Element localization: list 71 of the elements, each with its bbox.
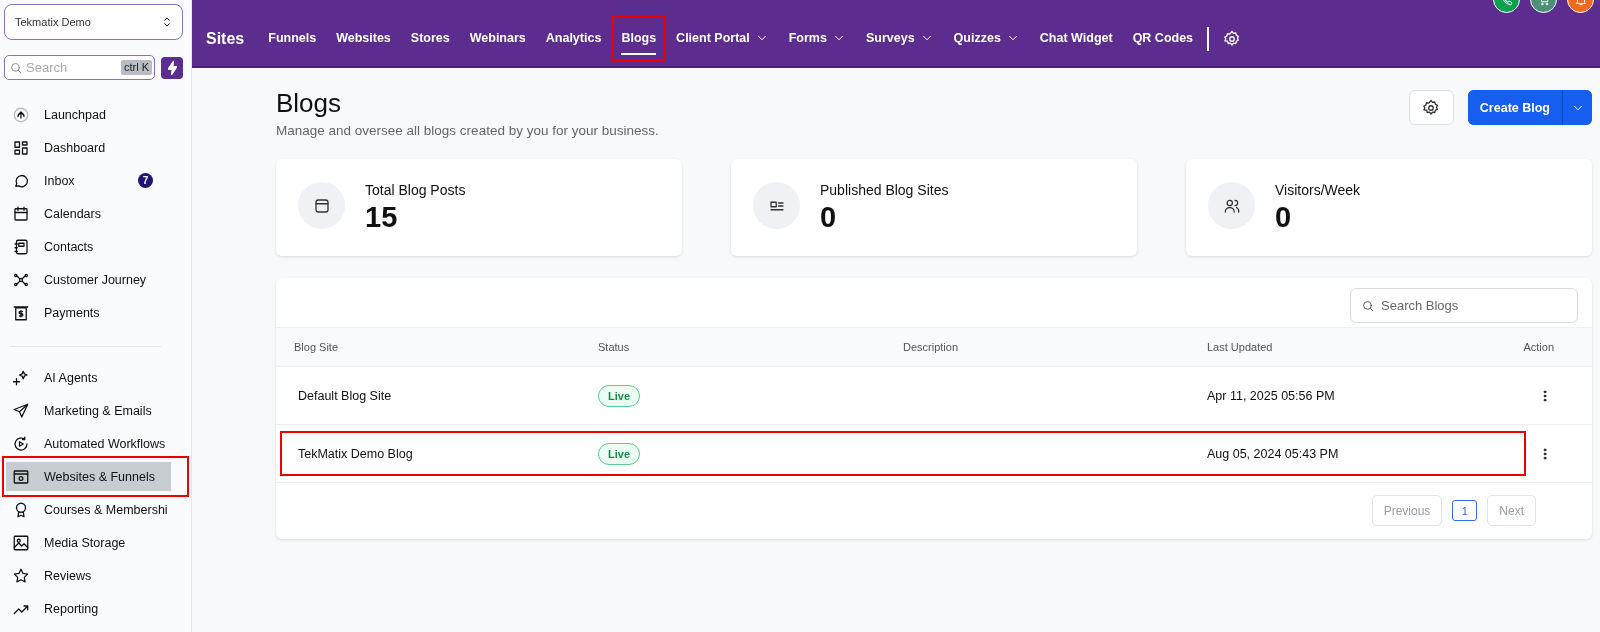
stat-value: 15 xyxy=(365,200,399,234)
send-icon xyxy=(12,401,30,420)
sidebar-item[interactable]: Marketing & Emails xyxy=(6,396,183,425)
sidebar-item[interactable]: Dashboard xyxy=(6,133,183,162)
table-cell-text: Aug 05, 2024 05:43 PM xyxy=(1207,446,1340,461)
nav-tab[interactable]: Webinars xyxy=(469,23,526,55)
table-cell-text: Apr 11, 2025 05:56 PM xyxy=(1207,388,1336,403)
nav-tab[interactable]: Funnels xyxy=(268,23,317,55)
nav-tab[interactable]: Forms xyxy=(788,23,846,55)
sidebar-item[interactable]: Automated Workflows xyxy=(6,429,183,458)
sidebar-item[interactable]: Launchpad xyxy=(6,100,183,129)
stat-label: Visitors/Week xyxy=(1275,181,1361,198)
address-book-icon xyxy=(12,237,30,256)
search-icon xyxy=(9,61,23,75)
count-badge: 7 xyxy=(138,173,153,188)
layout-icon xyxy=(312,196,331,215)
page-button[interactable]: 1 xyxy=(1452,500,1478,521)
image-icon xyxy=(12,533,30,552)
page-subtitle: Manage and oversee all blogs created by you for your business. xyxy=(276,123,659,138)
dashboard-icon xyxy=(12,138,30,157)
play-cycle-icon xyxy=(12,434,30,453)
search-icon xyxy=(1361,299,1375,313)
settings-button[interactable] xyxy=(1223,30,1242,48)
nav-tab[interactable]: Websites xyxy=(336,23,391,55)
nav-tab[interactable]: Analytics xyxy=(545,23,602,55)
stat-value: 0 xyxy=(1275,200,1293,234)
sidebar-item[interactable]: Payments xyxy=(6,298,183,327)
column-header: Last Updated xyxy=(1207,341,1274,353)
nav-tab[interactable]: QR Codes xyxy=(1132,23,1194,55)
page-title: Blogs xyxy=(276,88,343,119)
sidebar-item[interactable]: Customer Journey xyxy=(6,265,183,294)
settings-button[interactable] xyxy=(1408,90,1454,125)
stat-label: Total Blog Posts xyxy=(365,181,466,198)
stat-value: 0 xyxy=(820,200,838,234)
sidebar-item[interactable]: AI Agents xyxy=(6,363,183,392)
nav-tab[interactable]: Quizzes xyxy=(953,23,1020,55)
status-badge: Live xyxy=(598,384,640,407)
table-cell-text: TekMatix Demo Blog xyxy=(297,446,414,461)
lightning-icon xyxy=(167,60,177,75)
column-header: Action xyxy=(1523,341,1555,353)
settings-icon xyxy=(1422,98,1441,117)
sidebar-item[interactable]: Inbox 7 xyxy=(6,166,183,195)
calendar-icon xyxy=(12,204,30,223)
sidebar-item[interactable]: Media Storage xyxy=(6,528,183,557)
status-badge: Live xyxy=(598,442,640,465)
stat-label: Published Blog Sites xyxy=(820,181,949,198)
nav-tab[interactable]: Blogs xyxy=(621,23,657,55)
sidebar-item[interactable]: Contacts xyxy=(6,232,183,261)
section-title: Sites xyxy=(206,30,245,48)
shortcut-hint: ctrl K xyxy=(120,60,152,75)
quick-action-button[interactable] xyxy=(161,56,183,79)
sidebar-item[interactable]: Websites & Funnels xyxy=(6,462,171,491)
column-header: Description xyxy=(903,341,960,353)
sidebar-item[interactable]: Reviews xyxy=(6,561,183,590)
dropdown-button[interactable] xyxy=(1562,90,1592,125)
nav-tab[interactable]: Chat Widget xyxy=(1039,23,1113,55)
nav-tab[interactable]: Surveys xyxy=(865,23,934,55)
column-header: Blog Site xyxy=(294,341,340,353)
sidebar-item[interactable]: Calendars xyxy=(6,199,183,228)
settings-icon xyxy=(1223,30,1242,48)
table-cell-text: Default Blog Site xyxy=(297,388,393,403)
nav-tab[interactable]: Client Portal xyxy=(676,23,769,55)
sparkle-icon xyxy=(12,368,30,387)
sidebar-item[interactable]: Reporting xyxy=(6,594,183,623)
browser-window-icon xyxy=(12,467,30,486)
star-icon xyxy=(12,566,30,585)
account-switcher[interactable]: Tekmatix Demo xyxy=(4,4,183,40)
receipt-icon xyxy=(12,303,30,322)
column-header: Status xyxy=(598,341,631,353)
nav-tab[interactable]: Stores xyxy=(410,23,450,55)
sidebar-item[interactable]: Courses & Membershi xyxy=(6,495,183,524)
